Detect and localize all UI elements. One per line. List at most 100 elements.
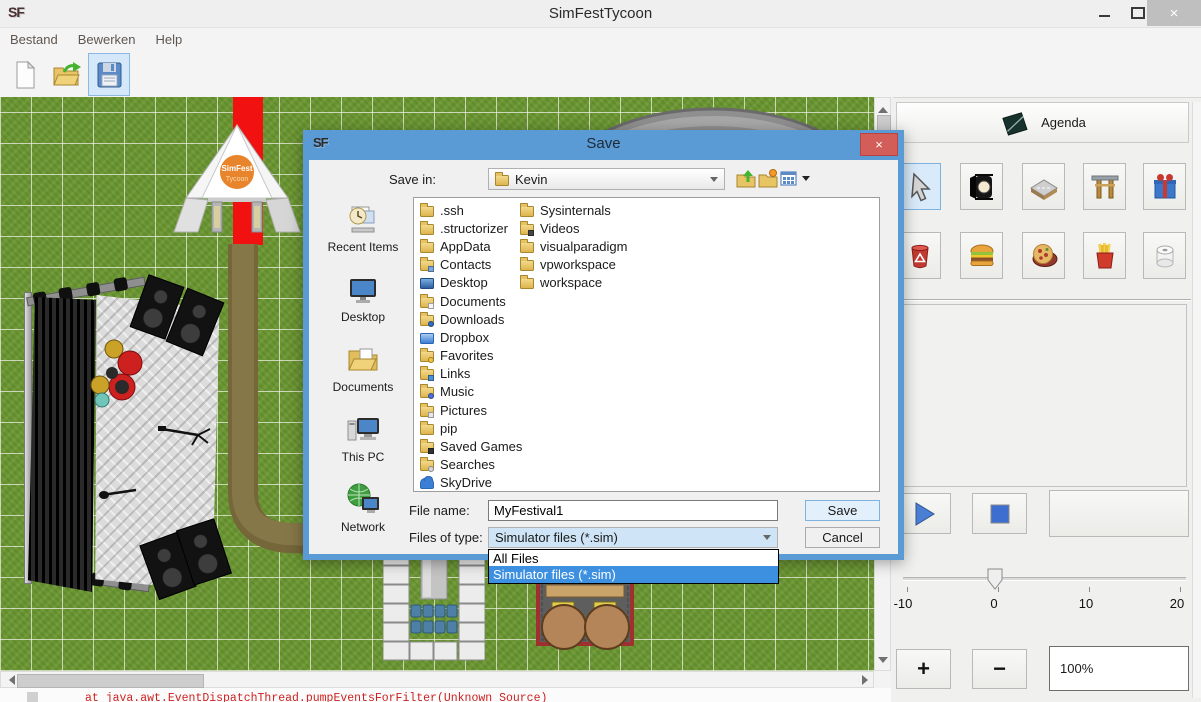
panel-scrollbar[interactable] [1192, 102, 1201, 698]
file-item[interactable]: .ssh [420, 201, 522, 219]
place-network[interactable]: Network [315, 480, 411, 534]
open-file-icon[interactable] [46, 53, 88, 96]
food-stand[interactable] [536, 572, 634, 652]
file-item[interactable]: SkyDrive [420, 474, 522, 492]
dialog-close-icon[interactable]: × [860, 133, 898, 156]
entrance-tent[interactable]: SimFest Tycoon [172, 120, 302, 245]
game-horizontal-scrollbar[interactable] [0, 671, 874, 688]
file-item[interactable]: Favorites [420, 347, 522, 365]
view-menu-arrow-icon[interactable] [802, 176, 810, 185]
file-item[interactable]: Pictures [420, 401, 522, 419]
toolbar [0, 50, 1201, 97]
searches-icon [420, 460, 434, 471]
tool-trash-bin-icon[interactable] [898, 232, 941, 279]
tool-cursor-icon[interactable] [898, 163, 941, 210]
file-item[interactable]: vpworkspace [520, 256, 627, 274]
view-menu-icon[interactable] [780, 169, 800, 192]
savedgames-icon [420, 442, 434, 453]
dialog-title: Save [303, 135, 904, 152]
place-desktop[interactable]: Desktop [315, 270, 411, 324]
file-item[interactable]: Saved Games [420, 437, 522, 455]
new-file-icon[interactable] [4, 53, 46, 96]
close-icon[interactable]: × [1147, 0, 1201, 26]
file-type-option[interactable]: All Files [489, 550, 778, 566]
tool-gift-icon[interactable] [1143, 163, 1186, 210]
file-type-option[interactable]: Simulator files (*.sim) [489, 566, 778, 583]
stop-icon[interactable] [972, 493, 1027, 534]
drum-kit[interactable] [88, 337, 158, 422]
file-item[interactable]: Music [420, 383, 522, 401]
menu-item-bestand[interactable]: Bestand [0, 32, 68, 47]
place-this-pc[interactable]: This PC [315, 410, 411, 464]
tool-road-tile-icon[interactable] [1022, 163, 1065, 210]
files-of-type-combo[interactable]: Simulator files (*.sim) [488, 527, 778, 548]
file-list[interactable]: .ssh.structorizerAppDataContactsDesktopD… [413, 197, 880, 492]
file-item[interactable]: Downloads [420, 310, 522, 328]
save-file-icon[interactable] [88, 53, 130, 96]
tool-burger-icon[interactable] [960, 232, 1003, 279]
horizontal-scrollbar-thumb[interactable] [17, 674, 204, 688]
file-item[interactable]: Dropbox [420, 328, 522, 346]
menu-item-bewerken[interactable]: Bewerken [68, 32, 146, 47]
file-item[interactable]: Contacts [420, 256, 522, 274]
mic-stand[interactable] [98, 483, 143, 503]
slider-thumb[interactable] [987, 568, 1003, 590]
console-strip: at java.awt.EventDispatchThread.pumpEven… [0, 688, 891, 702]
file-item[interactable]: Links [420, 365, 522, 383]
stage-curtain[interactable] [28, 297, 96, 592]
cancel-button[interactable]: Cancel [805, 527, 880, 548]
file-item[interactable]: Videos [520, 219, 627, 237]
save-in-value: Kevin [515, 172, 548, 187]
recent-icon [345, 200, 381, 236]
file-item[interactable]: pip [420, 419, 522, 437]
videos-icon [520, 224, 534, 235]
place-recent-items[interactable]: Recent Items [315, 200, 411, 254]
tool-toilet-paper-icon[interactable] [1143, 232, 1186, 279]
file-item[interactable]: Documents [420, 292, 522, 310]
file-item-label: visualparadigm [540, 239, 627, 254]
mic-stand[interactable] [158, 419, 213, 447]
new-folder-icon[interactable] [758, 169, 778, 192]
zoom-out-button[interactable]: − [972, 649, 1027, 689]
file-item[interactable]: AppData [420, 237, 522, 255]
save-button[interactable]: Save [805, 500, 880, 521]
zoom-value-field[interactable]: 100% [1049, 646, 1189, 691]
file-item-label: AppData [440, 239, 491, 254]
speed-slider[interactable] [903, 577, 1186, 581]
file-item[interactable]: Desktop [420, 274, 522, 292]
places-sidebar: Recent Items Desktop Documents This PC Netwo… [315, 200, 411, 548]
file-type-dropdown: All FilesSimulator files (*.sim) [488, 549, 779, 584]
tool-spotlight-icon[interactable] [960, 163, 1003, 210]
tool-pizza-icon[interactable] [1022, 232, 1065, 279]
folder-icon [520, 206, 534, 217]
svg-text:SimFest: SimFest [221, 164, 252, 173]
svg-text:Tycoon: Tycoon [226, 176, 249, 183]
play-icon[interactable] [896, 493, 951, 534]
file-item-label: Pictures [440, 403, 487, 418]
minimize-icon[interactable] [1090, 0, 1118, 26]
zoom-in-button[interactable]: + [896, 649, 951, 689]
folder-icon [420, 224, 434, 235]
favorites-icon [420, 351, 434, 362]
up-one-level-icon[interactable] [736, 169, 756, 192]
file-item[interactable]: workspace [520, 274, 627, 292]
file-item[interactable]: .structorizer [420, 219, 522, 237]
dialog-title-bar[interactable]: SF Save × [303, 130, 904, 160]
chevron-down-icon [710, 177, 718, 186]
slider-tick-label: 20 [1157, 596, 1197, 611]
stack-trace-text: at java.awt.EventDispatchThread.pumpEven… [85, 692, 547, 702]
tool-fries-icon[interactable] [1083, 232, 1126, 279]
save-in-combo[interactable]: Kevin [488, 168, 725, 190]
file-item[interactable]: Searches [420, 456, 522, 474]
right-panel: Agenda -1001020 + − 100% [893, 97, 1201, 702]
file-item[interactable]: visualparadigm [520, 237, 627, 255]
place-documents[interactable]: Documents [315, 340, 411, 394]
network-icon [345, 480, 381, 516]
menu-item-help[interactable]: Help [146, 32, 193, 47]
console-marker [27, 692, 38, 702]
file-item[interactable]: Sysinternals [520, 201, 627, 219]
file-name-input[interactable] [488, 500, 778, 521]
file-item-label: .structorizer [440, 221, 508, 236]
tool-gate-icon[interactable] [1083, 163, 1126, 210]
seating-block[interactable] [383, 547, 485, 667]
